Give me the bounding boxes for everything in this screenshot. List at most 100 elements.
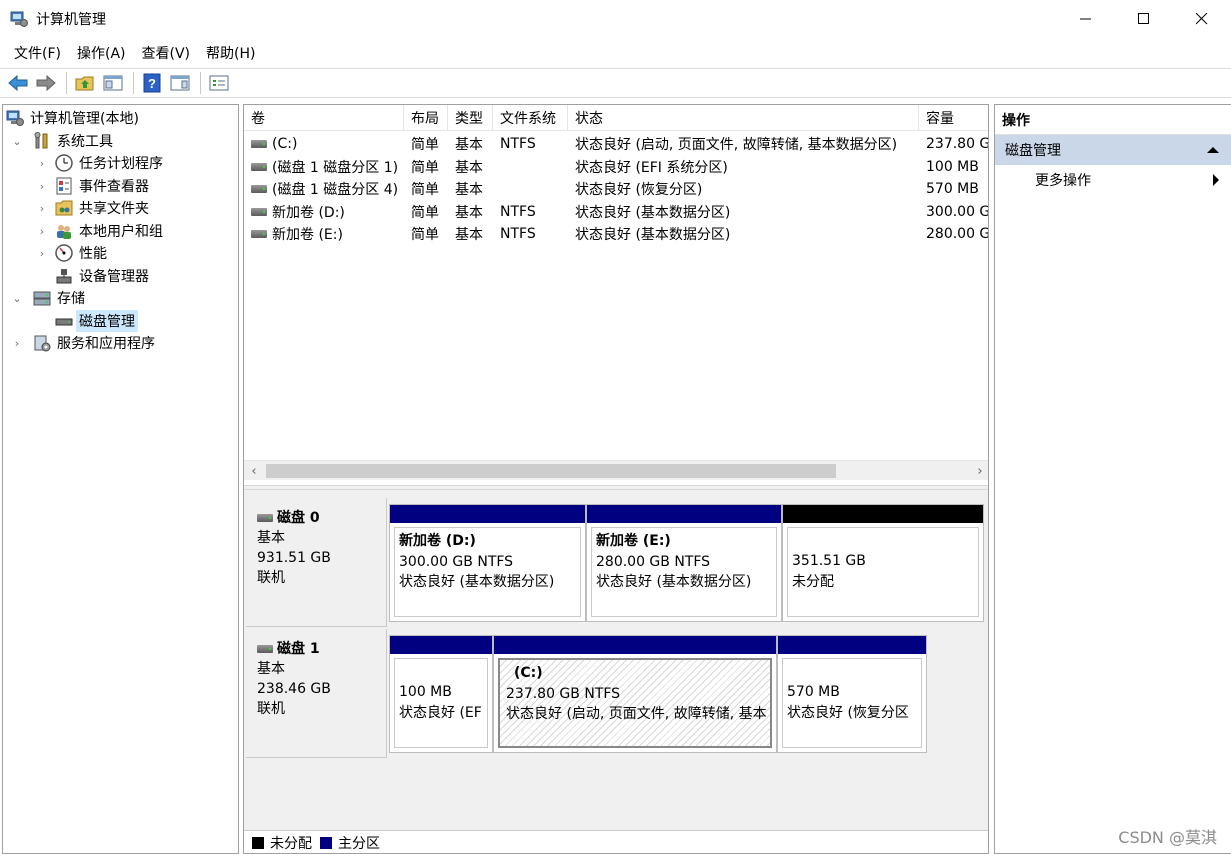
tree-item-storage[interactable]: ⌄ 存储 — [10, 287, 85, 309]
show-hide-tree-icon — [103, 75, 123, 91]
disk-size: 238.46 GB — [257, 681, 331, 697]
tree-item-task-scheduler[interactable]: › 任务计划程序 — [35, 152, 163, 174]
volume-cell: 状态良好 (基本数据分区) — [568, 223, 919, 245]
volume-cell: 简单 — [404, 133, 448, 155]
actions-section-label: 磁盘管理 — [1005, 143, 1061, 159]
scroll-left-icon[interactable]: ‹ — [244, 461, 264, 481]
show-hide-tree-button[interactable] — [101, 71, 125, 95]
legend-item-unallocated: 未分配 — [252, 833, 312, 853]
menu-bar: 文件(F) 操作(A) 查看(V) 帮助(H) — [0, 40, 1231, 66]
volume-cell-text: 100 MB — [926, 158, 979, 175]
drive-icon — [251, 162, 267, 171]
volume-cell-text: 简单 — [411, 204, 439, 221]
partition-efi[interactable]: 100 MB 状态良好 (EF — [389, 635, 493, 753]
partition-d[interactable]: 新加卷 (D:) 300.00 GB NTFS 状态良好 (基本数据分区) — [389, 504, 586, 622]
disk-0-info[interactable]: 磁盘 0 基本 931.51 GB 联机 — [246, 498, 387, 627]
tree-label: 计算机管理(本地) — [30, 111, 139, 127]
horizontal-scrollbar[interactable]: ‹ › — [244, 460, 988, 481]
chevron-right-icon[interactable]: › — [35, 197, 49, 219]
column-header-status[interactable]: 状态 — [568, 105, 919, 131]
properties-button[interactable] — [207, 71, 231, 95]
volume-cell — [493, 178, 568, 200]
chevron-right-icon[interactable]: › — [35, 152, 49, 174]
chevron-right-icon[interactable]: › — [35, 220, 49, 242]
volume-row[interactable]: (磁盘 1 磁盘分区 1) 简单 基本 状态良好 (EFI 系统分区) 100 MB — [244, 156, 988, 178]
column-header-capacity[interactable]: 容量 — [919, 105, 988, 131]
tree-item-disk-management[interactable]: 磁盘管理 — [49, 310, 138, 332]
chevron-down-icon[interactable]: ⌄ — [10, 287, 24, 309]
column-header-type[interactable]: 类型 — [448, 105, 493, 131]
tree-label: 共享文件夹 — [79, 201, 149, 217]
tree-label: 任务计划程序 — [79, 156, 163, 172]
volume-cell-text: 300.00 G — [926, 203, 989, 220]
volume-cell: 状态良好 (启动, 页面文件, 故障转储, 基本数据分区) — [568, 133, 919, 155]
menu-action[interactable]: 操作(A) — [69, 43, 134, 63]
minimize-button[interactable] — [1057, 0, 1115, 38]
volume-cell-text: 简单 — [411, 227, 439, 243]
help-button[interactable]: ? — [140, 71, 164, 95]
maximize-icon — [1138, 13, 1149, 24]
volume-cell: 新加卷 (E:) — [244, 223, 404, 245]
actions-pane: 操作 磁盘管理 更多操作 — [994, 104, 1231, 854]
column-header-filesystem[interactable]: 文件系统 — [493, 105, 568, 131]
volume-cell-text: 新加卷 (E:) — [272, 227, 343, 243]
chevron-right-icon[interactable]: › — [10, 332, 24, 354]
forward-button[interactable] — [34, 71, 58, 95]
actions-section-disk-management[interactable]: 磁盘管理 — [995, 135, 1231, 165]
drive-icon — [251, 207, 267, 216]
disk-status: 联机 — [257, 701, 285, 717]
volume-cell: 基本 — [448, 223, 493, 245]
disk-1-info[interactable]: 磁盘 1 基本 238.46 GB 联机 — [246, 629, 387, 758]
services-icon — [33, 334, 51, 352]
maximize-button[interactable] — [1115, 0, 1173, 38]
volume-cell-text: 基本 — [455, 227, 483, 243]
column-header-volume[interactable]: 卷 — [244, 105, 404, 131]
partition-e[interactable]: 新加卷 (E:) 280.00 GB NTFS 状态良好 (基本数据分区) — [586, 504, 782, 622]
tree-item-local-users[interactable]: › 本地用户和组 — [35, 220, 163, 242]
action-pane-button[interactable] — [168, 71, 192, 95]
volume-cell: 570 MB — [919, 178, 988, 200]
menu-view[interactable]: 查看(V) — [134, 43, 199, 63]
chevron-right-icon[interactable]: › — [35, 175, 49, 197]
volume-row[interactable]: 新加卷 (D:) 简单 基本 NTFS 状态良好 (基本数据分区) 300.00 G — [244, 201, 989, 223]
partition-recovery[interactable]: 570 MB 状态良好 (恢复分区 — [777, 635, 927, 753]
volume-row[interactable]: (C:) 简单 基本 NTFS 状态良好 (启动, 页面文件, 故障转储, 基本数据分区… — [244, 133, 988, 155]
menu-file[interactable]: 文件(F) — [6, 43, 69, 63]
chevron-right-icon[interactable]: › — [35, 242, 49, 264]
disk-type: 基本 — [257, 661, 285, 677]
volume-cell: NTFS — [493, 133, 568, 155]
partition-status: 状态良好 (启动, 页面文件, 故障转储, 基本 — [506, 706, 767, 722]
column-header-layout[interactable]: 布局 — [404, 105, 448, 131]
close-button[interactable] — [1173, 0, 1231, 38]
volume-cell: (磁盘 1 磁盘分区 1) — [244, 156, 404, 178]
more-actions[interactable]: 更多操作 — [995, 165, 1231, 195]
legend: 未分配 主分区 — [244, 830, 988, 853]
volume-row[interactable]: 新加卷 (E:) 简单 基本 NTFS 状态良好 (基本数据分区) 280.00 G — [244, 223, 988, 245]
console-tree: 计算机管理(本地) ⌄ 系统工具 › 任务计划程序 › 事件查看器 › 共享文件… — [2, 104, 239, 854]
tree-item-device-manager[interactable]: 设备管理器 — [49, 265, 149, 287]
partition-title: (C:) — [514, 665, 543, 681]
partition-c[interactable]: (C:) 237.80 GB NTFS 状态良好 (启动, 页面文件, 故障转储… — [493, 635, 777, 753]
partition-unallocated[interactable]: 351.51 GB 未分配 — [782, 504, 984, 622]
tree-item-event-viewer[interactable]: › 事件查看器 — [35, 175, 149, 197]
actions-header: 操作 — [995, 105, 1231, 135]
disk-management-pane: 卷 布局 类型 文件系统 状态 容量 (C:) 简单 基本 NTFS 状态良好 (启动,… — [243, 104, 989, 854]
volume-row[interactable]: (磁盘 1 磁盘分区 4) 简单 基本 状态良好 (恢复分区) 570 MB — [244, 178, 988, 200]
tree-item-performance[interactable]: › 性能 — [35, 242, 107, 264]
scrollbar-thumb[interactable] — [266, 464, 836, 478]
legend-label: 未分配 — [270, 836, 312, 852]
back-button[interactable] — [6, 71, 30, 95]
volume-cell-text: 新加卷 (D:) — [272, 204, 345, 221]
tree-item-services[interactable]: › 服务和应用程序 — [10, 332, 155, 354]
up-folder-button[interactable] — [73, 71, 97, 95]
device-manager-icon — [55, 267, 73, 285]
tree-item-root[interactable]: 计算机管理(本地) — [6, 107, 139, 129]
tree-item-shared-folders[interactable]: › 共享文件夹 — [35, 197, 149, 219]
chevron-down-icon[interactable]: ⌄ — [10, 130, 24, 152]
tree-item-system-tools[interactable]: ⌄ 系统工具 — [10, 130, 113, 152]
drive-icon — [251, 185, 267, 193]
menu-help[interactable]: 帮助(H) — [198, 43, 263, 63]
scroll-right-icon[interactable]: › — [970, 461, 988, 481]
disk-name: 磁盘 0 — [277, 510, 320, 526]
collapse-up-icon[interactable] — [1207, 147, 1219, 153]
